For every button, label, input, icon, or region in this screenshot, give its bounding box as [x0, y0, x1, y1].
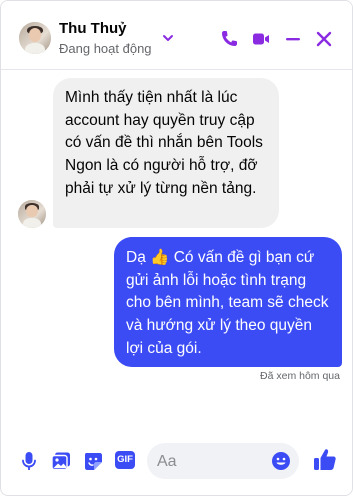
message-input[interactable] [155, 443, 269, 481]
thumbs-up-icon[interactable] [312, 447, 338, 473]
message-input-container [147, 443, 299, 481]
contact-name[interactable]: Thu Thuỷ [59, 20, 127, 37]
gif-icon[interactable]: GIF [115, 451, 135, 469]
image-icon[interactable] [50, 450, 72, 472]
close-icon[interactable] [314, 29, 334, 49]
sticker-icon[interactable] [82, 450, 104, 472]
contact-avatar[interactable] [19, 22, 51, 54]
incoming-message: Mình thấy tiện nhất là lúc account hay q… [53, 78, 279, 228]
seen-indicator: Đã xem hôm qua [260, 370, 340, 382]
chevron-down-icon[interactable] [161, 31, 175, 45]
video-icon[interactable] [251, 29, 271, 49]
contact-status: Đang hoạt động [59, 41, 152, 56]
emoji-icon[interactable] [271, 451, 291, 471]
outgoing-message: Dạ 👍 Có vấn đề gì bạn cứ gửi ảnh lỗi hoặ… [114, 237, 342, 367]
minimize-icon[interactable] [283, 29, 303, 49]
chat-header: Thu Thuỷ Đang hoạt động [1, 1, 352, 70]
chat-window: Thu Thuỷ Đang hoạt động Mình thấy tiện n… [0, 0, 353, 496]
microphone-icon[interactable] [18, 450, 40, 472]
sender-avatar [18, 200, 46, 228]
phone-icon[interactable] [219, 29, 239, 49]
